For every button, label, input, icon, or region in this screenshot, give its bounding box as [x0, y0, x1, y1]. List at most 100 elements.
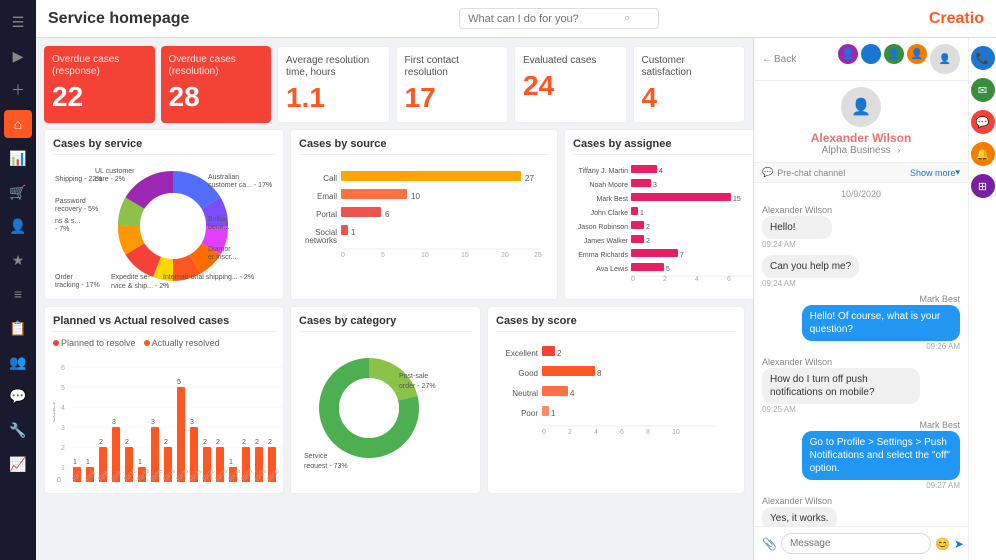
profile-icon-2[interactable]: 👤: [861, 44, 881, 64]
svg-text:tracking - 17%: tracking - 17%: [55, 282, 100, 289]
profile-icon-3[interactable]: 👤: [884, 44, 904, 64]
show-more-chevron: ▾: [955, 167, 960, 178]
cases-by-service-card: Cases by service: [44, 129, 284, 300]
metric-overdue-resolution: Overdue cases (resolution) 28: [161, 46, 272, 123]
svg-text:10: 10: [421, 252, 429, 259]
svg-text:2: 2: [646, 238, 650, 245]
bell-action-icon[interactable]: 🔔: [971, 142, 995, 166]
main-content: Service homepage ⌕ Creatio Overdue cases…: [36, 0, 996, 560]
sidebar-list-icon[interactable]: ≡: [4, 280, 32, 308]
metrics-row: Overdue cases (response) 22 Overdue case…: [44, 46, 745, 123]
assignee-bars-svg: Tiffany J. Martin 4 Noah Moore 3 Mark Be…: [573, 161, 753, 281]
source-bars-svg: Call 27 Email 10 Portal 6: [299, 161, 549, 261]
charts-row-1: Cases by service: [44, 129, 745, 300]
svg-text:3: 3: [653, 182, 657, 189]
svg-text:ns & s...: ns & s...: [55, 218, 80, 225]
pre-chat-icon: 💬: [762, 167, 773, 178]
emoji-icon[interactable]: 😊: [935, 537, 950, 551]
svg-text:6: 6: [620, 429, 624, 436]
cases-by-assignee-title: Cases by assignee: [573, 138, 753, 155]
svg-text:4: 4: [61, 405, 65, 412]
chat-time-5: 09:27 AM: [802, 481, 960, 490]
svg-text:Expedite se-: Expedite se-: [111, 274, 151, 281]
phone-action-icon[interactable]: 📞: [971, 46, 995, 70]
metric-value-satisfaction: 4: [642, 83, 737, 114]
sidebar-wrench-icon[interactable]: 🔧: [4, 416, 32, 444]
sidebar-add-icon[interactable]: ＋: [4, 76, 32, 104]
legend-planned: Planned to resolve: [53, 338, 136, 348]
apps-action-icon[interactable]: ⊞: [971, 174, 995, 198]
sidebar-chat-icon[interactable]: 💬: [4, 382, 32, 410]
planned-actual-card: Planned vs Actual resolved cases Planned…: [44, 306, 284, 494]
svg-text:0: 0: [57, 477, 61, 482]
chat-sender-3: Mark Best: [802, 294, 960, 304]
svg-text:3: 3: [61, 425, 65, 432]
svg-text:1: 1: [640, 210, 644, 217]
svg-text:Emma Richards: Emma Richards: [578, 252, 628, 259]
sidebar-menu-icon[interactable]: ☰: [4, 8, 32, 36]
svg-text:Neutral: Neutral: [512, 389, 538, 398]
metric-label-overdue-response: Overdue cases (response): [52, 54, 147, 78]
svg-text:0: 0: [542, 429, 546, 436]
chat-action-icon[interactable]: 💬: [971, 110, 995, 134]
show-more-button[interactable]: Show more: [910, 168, 956, 178]
chat-message-input[interactable]: [781, 533, 931, 554]
search-bar[interactable]: ⌕: [459, 8, 659, 29]
svg-text:4: 4: [570, 389, 575, 398]
svg-text:7: 7: [680, 252, 684, 259]
search-input[interactable]: [468, 13, 618, 25]
svg-text:2: 2: [568, 429, 572, 436]
metric-value-overdue-resolution: 28: [169, 82, 264, 113]
svg-text:Email: Email: [317, 192, 337, 201]
profile-icon-1[interactable]: 👤: [838, 44, 858, 64]
svg-text:care - 2%: care - 2%: [95, 176, 125, 183]
svg-text:Password: Password: [55, 198, 86, 205]
chat-bubble-4: How do I turn off push notifications on …: [762, 368, 920, 404]
sidebar-cart-icon[interactable]: 🛒: [4, 178, 32, 206]
svg-text:order - 27%: order - 27%: [399, 383, 436, 390]
svg-text:20: 20: [501, 252, 509, 259]
sidebar-star-icon[interactable]: ★: [4, 246, 32, 274]
svg-text:4: 4: [659, 168, 663, 175]
sidebar-clipboard-icon[interactable]: 📋: [4, 314, 32, 342]
sidebar-chart-icon[interactable]: 📊: [4, 144, 32, 172]
email-action-icon[interactable]: ✉: [971, 78, 995, 102]
svg-text:Post-sale: Post-sale: [399, 373, 428, 380]
planned-actual-title: Planned vs Actual resolved cases: [53, 315, 275, 332]
sidebar-trend-icon[interactable]: 📈: [4, 450, 32, 478]
svg-text:Excellent: Excellent: [506, 349, 539, 358]
chat-bubble-3: Hello! Of course, what is your question?: [802, 305, 960, 341]
svg-text:6: 6: [61, 365, 65, 372]
sidebar-play-icon[interactable]: ▶: [4, 42, 32, 70]
back-button[interactable]: ← Back: [762, 54, 796, 65]
dashboard: Overdue cases (response) 2 2 Overdue case…: [36, 38, 996, 560]
dashboard-main: Overdue cases (response) 2 2 Overdue case…: [36, 38, 753, 560]
pre-chat-bar: 💬 Pre-chat channel Show more ▾: [754, 163, 968, 183]
send-icon[interactable]: ➤: [954, 537, 964, 551]
metric-avg-resolution: Average resolution time, hours 1.1: [277, 46, 390, 123]
chat-message-6: Alexander Wilson Yes, it works. 09:17 AM: [762, 496, 837, 526]
profile-icon-4[interactable]: 👤: [907, 44, 927, 64]
svg-text:4: 4: [594, 429, 598, 436]
chat-area[interactable]: 10/9/2020 Alexander Wilson Hello! 09:24 …: [754, 183, 968, 526]
svg-text:recovery - 5%: recovery - 5%: [55, 206, 98, 213]
svg-text:Australian: Australian: [208, 174, 239, 181]
side-actions: 📞 ✉ 💬 🔔 ⊞: [968, 38, 996, 560]
sidebar-home-icon[interactable]: ⌂: [4, 110, 32, 138]
metric-label-avg-resolution: Average resolution time, hours: [286, 55, 381, 79]
user-name: Alexander Wilson: [811, 131, 912, 145]
sidebar-user-icon[interactable]: 👤: [4, 212, 32, 240]
chat-message-2: Can you help me? 09:24 AM: [762, 255, 859, 288]
attachment-icon[interactable]: 📎: [762, 537, 777, 551]
score-bars-svg: Excellent 2 Good 8 Neutral 4 Poor: [496, 338, 736, 453]
svg-text:Poor: Poor: [521, 409, 538, 418]
profile-avatar-main[interactable]: 👤: [930, 44, 960, 74]
sidebar-group-icon[interactable]: 👥: [4, 348, 32, 376]
legend-actual: Actually resolved: [144, 338, 220, 348]
svg-text:1: 1: [61, 465, 65, 472]
cases-by-category-title: Cases by category: [299, 315, 472, 332]
svg-text:3: 3: [112, 419, 116, 426]
chat-sender-6: Alexander Wilson: [762, 496, 837, 506]
chat-message-3: Mark Best Hello! Of course, what is your…: [802, 294, 960, 351]
svg-text:er inscr...: er inscr...: [208, 254, 236, 261]
